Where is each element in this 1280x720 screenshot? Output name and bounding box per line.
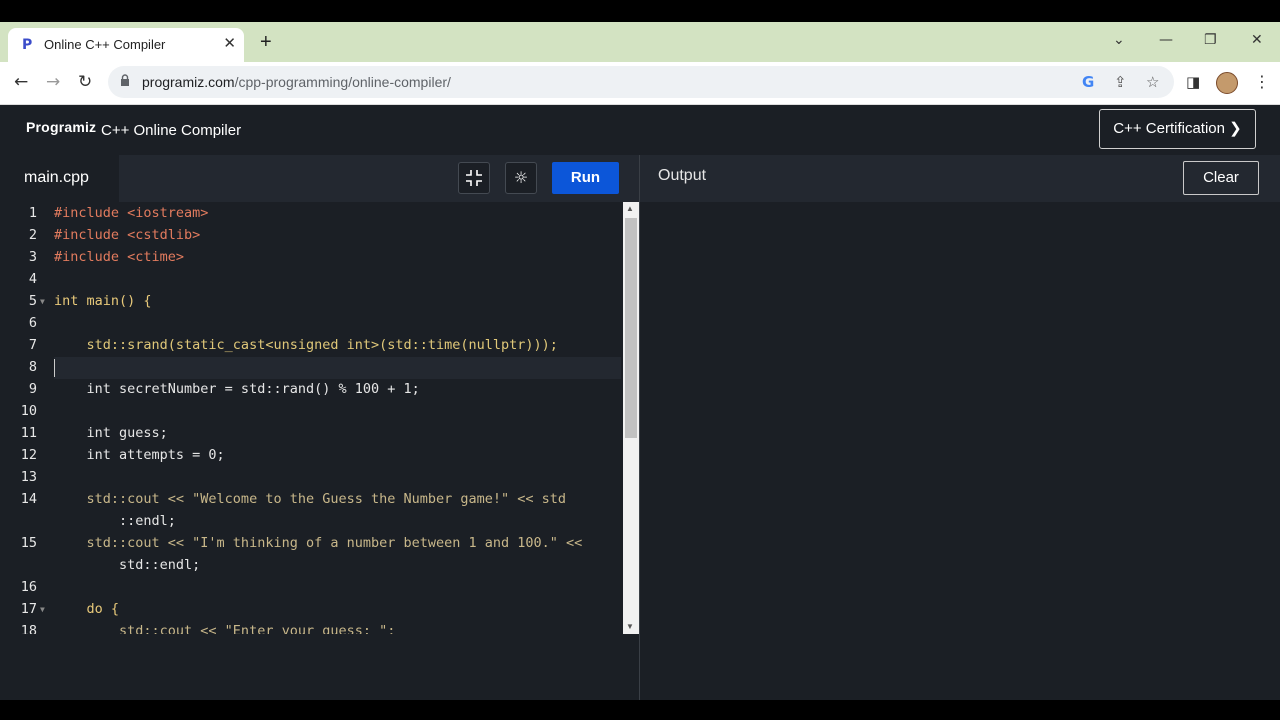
line-gutter: 1 2 3 4 5 ▼ 6 7 8 9 10 11 12 13 14 15 16…: [0, 202, 45, 634]
line-number: 12: [20, 447, 37, 463]
scroll-up-icon[interactable]: ▲: [626, 204, 634, 213]
code-line: std::cout << "I'm thinking of a number b…: [54, 535, 583, 551]
lock-icon: [121, 74, 129, 86]
minimize-icon[interactable]: —: [1159, 32, 1173, 48]
page-title: C++ Online Compiler: [101, 122, 242, 139]
collapse-icon: [466, 170, 482, 186]
text-cursor: [54, 359, 55, 377]
line-number: 7: [28, 337, 37, 353]
url-text: programiz.com/cpp-programming/online-com…: [142, 74, 451, 90]
window-close-icon[interactable]: ✕: [1251, 32, 1263, 48]
code-line: do {: [54, 601, 120, 617]
profile-avatar[interactable]: [1216, 72, 1238, 94]
code-text: std::endl;: [54, 557, 201, 573]
theme-toggle-button[interactable]: ☼: [505, 162, 537, 194]
programiz-logo[interactable]: Programiz: [26, 119, 96, 135]
code-text: int main() {: [54, 293, 152, 309]
active-line-highlight: [54, 357, 621, 379]
screen-top-border: [0, 0, 1280, 22]
exit-fullscreen-button[interactable]: [458, 162, 490, 194]
line-number: 14: [20, 491, 37, 507]
code-text: #include <iostream>: [54, 205, 209, 221]
line-number: 9: [28, 381, 37, 397]
code-line: int guess;: [54, 425, 168, 441]
code-text: int attempts = 0;: [54, 447, 225, 463]
line-number: 4: [28, 271, 37, 287]
back-arrow-icon[interactable]: ←: [14, 72, 28, 92]
browser-tabstrip: P Online C++ Compiler ✕ + ⌄ — ❐ ✕: [0, 22, 1280, 62]
code-line: int secretNumber = std::rand() % 100 + 1…: [54, 381, 420, 397]
app-header: Programiz C++ Online Compiler C++ Certif…: [0, 105, 1280, 155]
code-text: std::cout << "I'm thinking of a number b…: [54, 535, 583, 551]
bookmark-star-icon[interactable]: ☆: [1146, 73, 1159, 91]
code-text: do {: [54, 601, 120, 617]
code-text: int secretNumber = std::rand() % 100 + 1…: [54, 381, 420, 397]
line-number: 18: [20, 623, 37, 634]
line-number: 8: [28, 359, 37, 375]
code-line: #include <iostream>: [54, 205, 208, 221]
certification-button[interactable]: C++ Certification ❯: [1099, 109, 1256, 149]
output-panel: [640, 202, 1280, 700]
new-tab-icon[interactable]: +: [260, 32, 272, 52]
line-number: 5: [28, 293, 37, 309]
code-line: std::cout << "Enter your guess: ";: [54, 623, 395, 634]
fold-arrow-icon[interactable]: ▼: [40, 605, 45, 614]
omnibox[interactable]: programiz.com/cpp-programming/online-com…: [108, 66, 1174, 98]
code-line: int main() {: [54, 293, 152, 309]
scroll-down-icon[interactable]: ▼: [626, 622, 634, 631]
editor-bottom-area: [0, 634, 639, 700]
address-bar: ← → ↻ programiz.com/cpp-programming/onli…: [0, 62, 1280, 105]
code-text: #include <ctime>: [54, 249, 185, 265]
output-header: Output Clear: [640, 155, 1280, 202]
line-number: 1: [28, 205, 37, 221]
share-icon[interactable]: ⇪: [1114, 73, 1127, 91]
programiz-favicon-icon: P: [22, 37, 33, 53]
code-text: int guess;: [54, 425, 168, 441]
line-number: 15: [20, 535, 37, 551]
close-tab-icon[interactable]: ✕: [223, 34, 236, 52]
line-number: 3: [28, 249, 37, 265]
editor-toolbar: main.cpp ☼ Run: [0, 155, 639, 202]
side-panel-icon[interactable]: ◨: [1186, 73, 1200, 91]
browser-menu-icon[interactable]: ⋮: [1254, 72, 1270, 91]
code-line: #include <cstdlib>: [54, 227, 200, 243]
reload-icon[interactable]: ↻: [78, 72, 92, 92]
code-text: ::endl;: [54, 513, 176, 529]
screen-bottom-border: [0, 700, 1280, 720]
code-line: int attempts = 0;: [54, 447, 225, 463]
tab-search-chevron-icon[interactable]: ⌄: [1113, 32, 1125, 48]
line-number: 6: [28, 315, 37, 331]
line-number: 13: [20, 469, 37, 485]
line-number: 2: [28, 227, 37, 243]
google-lens-icon[interactable]: G: [1082, 73, 1094, 91]
output-title: Output: [658, 167, 707, 184]
editor-scrollbar[interactable]: ▲ ▼: [623, 202, 639, 634]
line-number: 16: [20, 579, 37, 595]
scrollbar-thumb[interactable]: [625, 218, 637, 438]
code-editor[interactable]: 1 2 3 4 5 ▼ 6 7 8 9 10 11 12 13 14 15 16…: [0, 202, 623, 634]
forward-arrow-icon[interactable]: →: [46, 72, 60, 92]
code-line: #include <ctime>: [54, 249, 184, 265]
line-number: 11: [20, 425, 37, 441]
code-line: ::endl;: [54, 513, 176, 529]
code-text: std::cout << "Enter your guess: ";: [54, 623, 396, 634]
code-line: std::endl;: [54, 557, 200, 573]
file-tab-main-cpp[interactable]: main.cpp: [0, 155, 119, 202]
tab-title: Online C++ Compiler: [44, 37, 166, 52]
clear-button[interactable]: Clear: [1183, 161, 1259, 195]
code-text: std::cout << "Welcome to the Guess the N…: [54, 491, 567, 507]
code-line: std::cout << "Welcome to the Guess the N…: [54, 491, 567, 507]
line-number: 10: [20, 403, 37, 419]
code-text: #include <cstdlib>: [54, 227, 201, 243]
browser-tab[interactable]: P Online C++ Compiler ✕: [8, 28, 244, 62]
line-number: 17: [20, 601, 37, 617]
code-line: std::srand(static_cast<unsigned int>(std…: [54, 337, 558, 353]
sun-icon: ☼: [513, 168, 529, 187]
code-text: std::srand(static_cast<unsigned int>(std…: [54, 337, 558, 353]
fold-arrow-icon[interactable]: ▼: [40, 297, 45, 306]
run-button[interactable]: Run: [552, 162, 619, 194]
restore-icon[interactable]: ❐: [1204, 32, 1217, 48]
